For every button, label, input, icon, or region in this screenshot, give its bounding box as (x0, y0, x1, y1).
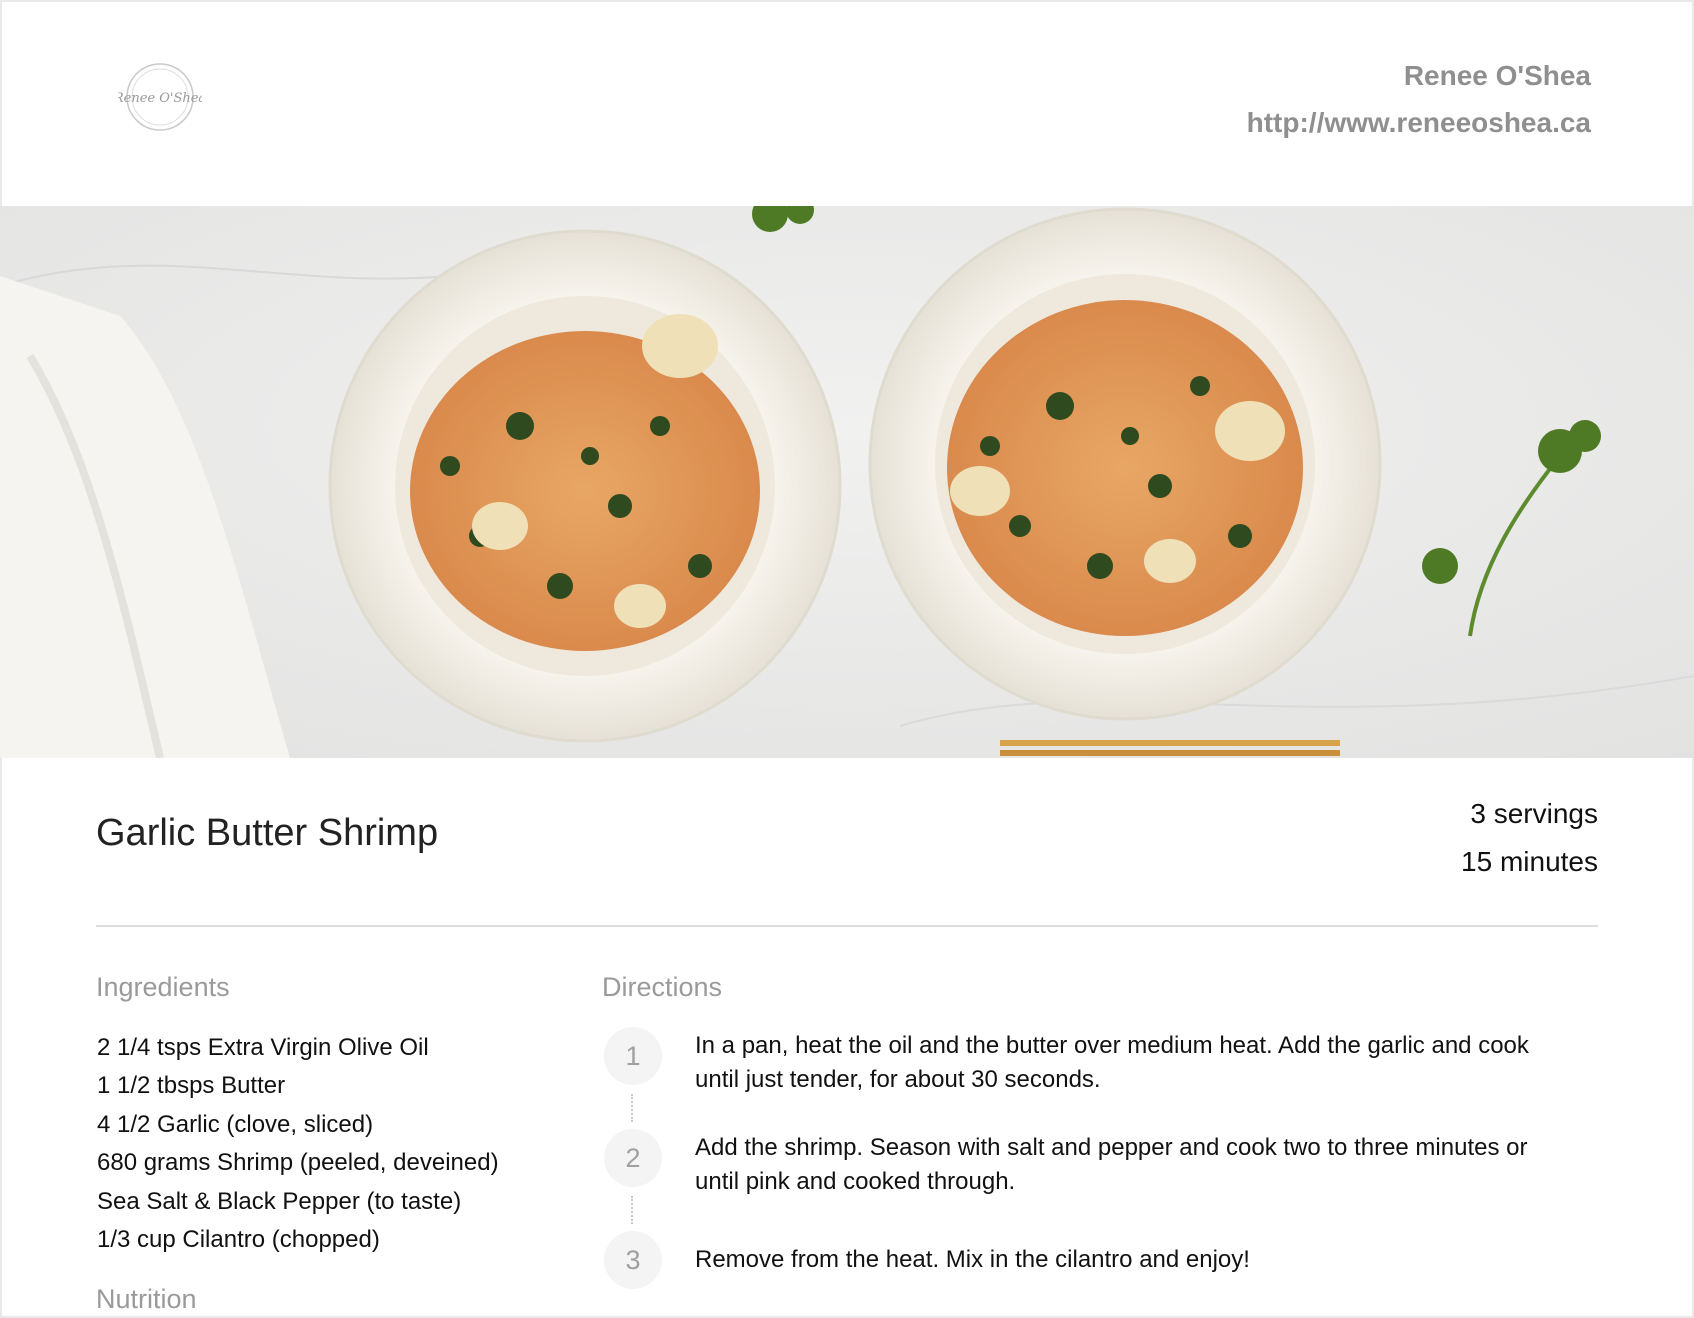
ingredient-item: 1 1/2 tbsps Butter (97, 1072, 286, 1100)
step-text: In a pan, heat the oil and the butter ov… (695, 1032, 1529, 1093)
cook-time: 15 minutes (1461, 846, 1598, 877)
step-connector (631, 1094, 633, 1122)
ingredient-item: 680 grams Shrimp (peeled, deveined) (97, 1149, 499, 1177)
svg-text:Renee O'Shea: Renee O'Shea (118, 91, 202, 106)
step-text: Add the shrimp. Season with salt and pep… (695, 1134, 1528, 1195)
author-name: Renee O'Shea (1403, 60, 1591, 91)
ingredient-item: 2 1/4 tsps Extra Virgin Olive Oil (97, 1034, 429, 1061)
directions-heading: Directions (602, 972, 723, 1002)
ingredients-heading: Ingredients (96, 972, 230, 1002)
shrimp-dish-photo (0, 206, 1694, 758)
author-block: Renee O'Shea http://www.reneeoshea.ca (1247, 59, 1591, 140)
author-url-link[interactable]: http://www.reneeoshea.ca (1247, 106, 1591, 140)
ingredient-item: Sea Salt & Black Pepper (to taste) (97, 1187, 462, 1215)
step-number-badge: 1 (604, 1027, 662, 1085)
recipe-meta: 3 servings 15 minutes (1461, 797, 1598, 879)
step-number-badge: 3 (604, 1231, 662, 1289)
hero-image (0, 206, 1694, 758)
servings-count: 3 servings (1470, 798, 1598, 829)
ingredients-list: 2 1/4 tsps Extra Virgin Olive Oil 1 1/2 … (97, 1029, 499, 1259)
ingredient-item: 4 1/2 Garlic (clove, sliced) (97, 1110, 374, 1138)
step-number-badge: 2 (604, 1129, 662, 1187)
step-connector (631, 1196, 633, 1224)
step-text: Remove from the heat. Mix in the cilantr… (695, 1246, 1250, 1273)
section-divider (96, 925, 1598, 927)
nutrition-heading: Nutrition (96, 1284, 197, 1314)
ingredient-item: 1/3 cup Cilantro (chopped) (97, 1226, 380, 1254)
recipe-title: Garlic Butter Shrimp (96, 812, 439, 854)
brand-logo: Renee O'Shea (113, 60, 206, 134)
